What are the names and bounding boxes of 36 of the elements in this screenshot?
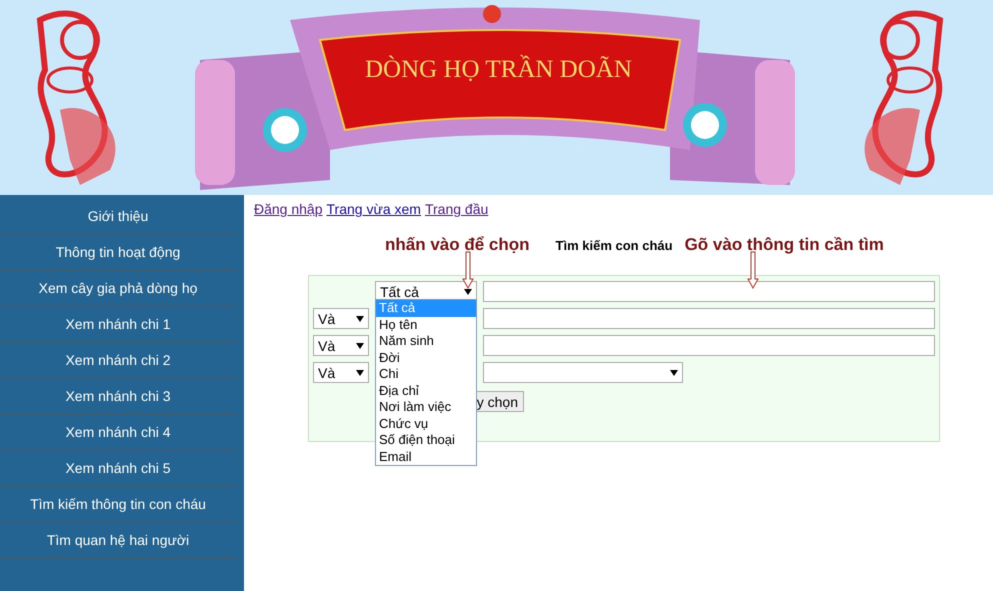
dropdown-option[interactable]: Họ tên — [376, 316, 476, 333]
operator-select[interactable]: Và — [313, 308, 369, 329]
nav-link[interactable]: Đăng nhập — [254, 201, 323, 217]
dropdown-option[interactable]: Chi — [376, 366, 476, 382]
hint-label: Gõ vào thông tin cần tìm — [684, 235, 884, 255]
caret-icon — [356, 370, 364, 376]
sidebar-item[interactable]: Xem nhánh chi 1 — [0, 307, 236, 343]
sidebar-item[interactable]: Xem nhánh chi 3 — [0, 379, 236, 415]
operator-select[interactable]: Và — [313, 335, 369, 356]
search-title: Tìm kiếm con cháu — [556, 238, 673, 253]
dropdown-option[interactable]: Số điện thoại — [376, 432, 476, 448]
input-field[interactable] — [483, 308, 935, 329]
value-select[interactable] — [483, 362, 683, 383]
input-field[interactable] — [483, 281, 935, 302]
sidebar-item[interactable]: Thông tin hoạt động — [0, 235, 236, 271]
caret-icon — [356, 342, 364, 348]
hint-label: nhấn vào để chọn — [385, 235, 530, 255]
dropdown-option[interactable]: Chức vụ — [376, 416, 476, 432]
sidebar-item[interactable]: Xem nhánh chi 4 — [0, 415, 236, 451]
banner-title: DÒNG HỌ TRẦN DOÃN — [365, 56, 632, 84]
sidebar-item[interactable]: Xem nhánh chi 2 — [0, 343, 236, 379]
sidebar-item[interactable]: Tìm kiếm thông tin con cháu — [0, 487, 236, 523]
sidebar-item[interactable]: Xem nhánh chi 5 — [0, 451, 236, 487]
dropdown-option[interactable]: Năm sinh — [376, 333, 476, 350]
nav-link[interactable]: Trang vừa xem — [326, 201, 421, 217]
caret-icon — [356, 316, 364, 322]
dropdown-option[interactable]: Đời — [376, 350, 476, 366]
caret-icon — [670, 370, 678, 376]
sidebar-item[interactable]: Xem cây gia phả dòng họ — [0, 271, 236, 307]
operator-select[interactable]: Và — [313, 362, 369, 383]
nav-link[interactable]: Trang đầu — [424, 201, 488, 217]
dropdown-option[interactable]: Email — [376, 448, 476, 465]
sidebar-item[interactable]: Tìm quan hệ hai người — [0, 523, 236, 559]
sidebar-item[interactable]: Giới thiệu — [0, 199, 236, 235]
down-arrow-icon — [462, 251, 474, 289]
input-field[interactable] — [483, 335, 935, 356]
